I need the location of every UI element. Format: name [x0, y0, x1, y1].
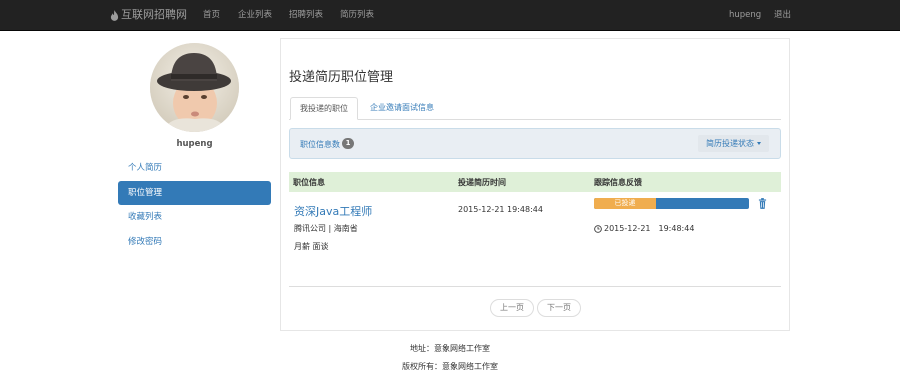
next-page-button[interactable]: 下一页 — [537, 299, 581, 317]
column-header-apply-time: 投递简历时间 — [458, 178, 506, 187]
job-count-bar: 职位信息数 1 简历投递状态 — [289, 128, 781, 159]
profile-username: hupeng — [176, 139, 213, 149]
caret-down-icon — [757, 142, 761, 145]
job-title-link[interactable]: 资深Java工程师 — [294, 203, 372, 219]
brand-text: 互联网招聘网 — [121, 8, 187, 21]
job-count-label: 职位信息数 — [300, 140, 340, 149]
nav-logout-link[interactable]: 退出 — [774, 9, 791, 21]
job-count-badge: 1 — [342, 138, 354, 149]
brand-link[interactable]: 互联网招聘网 — [110, 8, 187, 22]
feedback-time: 2015-12-21 19:48:44 — [594, 223, 694, 234]
status-filter-label: 简历投递状态 — [706, 139, 754, 148]
status-filter-dropdown[interactable]: 简历投递状态 — [698, 135, 769, 152]
avatar-image — [150, 43, 239, 132]
nav-resumes-link[interactable]: 简历列表 — [340, 9, 374, 21]
tab-interview-invitations[interactable]: 企业邀请面试信息 — [361, 97, 443, 120]
row-divider — [289, 286, 781, 287]
tab-my-applications[interactable]: 我投递的职位 — [290, 97, 358, 120]
company-location: 腾讯公司 | 海南省 — [294, 224, 358, 233]
status-segment-submitted: 已投递 — [594, 198, 656, 209]
sidebar-item-resume[interactable]: 个人简历 — [118, 156, 271, 180]
nav-jobs-link[interactable]: 招聘列表 — [289, 9, 323, 21]
status-progress-bar: 已投递 — [594, 198, 749, 209]
trash-icon[interactable] — [758, 198, 767, 209]
salary: 月薪 面谈 — [294, 242, 329, 251]
nav-companies-link[interactable]: 企业列表 — [238, 9, 272, 21]
sidebar-item-change-password[interactable]: 修改密码 — [118, 230, 271, 254]
prev-page-button[interactable]: 上一页 — [490, 299, 534, 317]
column-header-feedback: 跟踪信息反馈 — [594, 178, 642, 187]
sidebar-item-job-management[interactable]: 职位管理 — [118, 181, 271, 205]
footer-copyright: 版权所有：意象网络工作室 — [402, 362, 498, 371]
sidebar-item-favorites[interactable]: 收藏列表 — [118, 205, 271, 229]
top-navbar: 互联网招聘网 首页 企业列表 招聘列表 简历列表 hupeng 退出 — [0, 0, 900, 31]
table-header: 职位信息 投递简历时间 跟踪信息反馈 — [289, 172, 781, 192]
page-title: 投递简历职位管理 — [289, 70, 394, 85]
footer-address: 地址：意象网络工作室 — [410, 344, 490, 353]
flame-icon — [110, 9, 119, 21]
column-header-job-info: 职位信息 — [293, 178, 325, 187]
nav-home-link[interactable]: 首页 — [203, 9, 220, 21]
clock-icon — [594, 224, 602, 233]
nav-username-link[interactable]: hupeng — [729, 9, 761, 21]
avatar — [150, 43, 239, 132]
apply-time: 2015-12-21 19:48:44 — [458, 205, 543, 214]
feedback-time-text: 2015-12-21 19:48:44 — [604, 224, 695, 233]
